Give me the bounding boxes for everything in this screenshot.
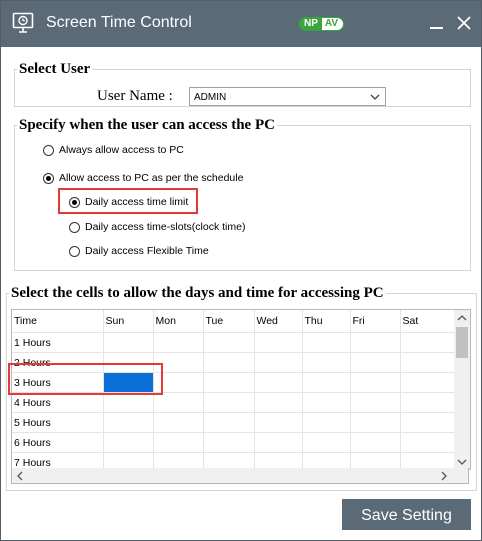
user-name-dropdown[interactable]: ADMIN	[189, 87, 386, 106]
schedule-cell[interactable]	[203, 432, 255, 453]
schedule-cell[interactable]	[350, 352, 401, 373]
column-header: Time	[12, 310, 104, 333]
highlight-box-time-limit	[58, 188, 198, 214]
highlight-box-3-hours-sun	[8, 363, 163, 395]
schedule-cell[interactable]	[254, 352, 303, 373]
schedule-cell[interactable]	[203, 352, 255, 373]
radio-daily-flexible-time[interactable]: Daily access Flexible Time	[69, 245, 209, 257]
radio-label: Always allow access to PC	[59, 144, 184, 156]
schedule-cell[interactable]	[400, 352, 455, 373]
horizontal-scrollbar[interactable]	[11, 468, 469, 484]
row-label: 1 Hours	[12, 332, 104, 353]
schedule-cell[interactable]	[203, 332, 255, 353]
schedule-cell[interactable]	[153, 432, 204, 453]
schedule-cell[interactable]	[350, 412, 401, 433]
schedule-cell[interactable]	[400, 392, 455, 413]
user-name-value: ADMIN	[194, 92, 227, 103]
column-header[interactable]: Sun	[103, 310, 154, 333]
scroll-left-icon[interactable]	[16, 471, 24, 481]
schedule-cell[interactable]	[254, 372, 303, 393]
schedule-cell[interactable]	[254, 392, 303, 413]
radio-label: Allow access to PC as per the schedule	[59, 172, 244, 184]
scroll-down-icon[interactable]	[457, 458, 467, 466]
access-legend: Specify when the user can access the PC	[19, 117, 275, 133]
radio-label: Daily access Flexible Time	[85, 245, 209, 257]
column-header[interactable]: Sat	[400, 310, 455, 333]
radio-always-allow[interactable]: Always allow access to PC	[43, 144, 184, 156]
vertical-scrollbar[interactable]	[454, 310, 470, 469]
select-user-legend: Select User	[19, 61, 91, 77]
column-header[interactable]: Mon	[153, 310, 204, 333]
title-bar: Screen Time Control NP AV	[1, 1, 481, 47]
row-label: 4 Hours	[12, 392, 104, 413]
save-setting-button[interactable]: Save Setting	[342, 499, 471, 530]
table-row: 4 Hours	[12, 392, 455, 413]
schedule-cell[interactable]	[350, 332, 401, 353]
radio-indicator	[43, 144, 54, 156]
radio-indicator	[69, 221, 80, 233]
schedule-cell[interactable]	[153, 392, 204, 413]
radio-indicator	[69, 245, 80, 257]
schedule-cell[interactable]	[350, 372, 401, 393]
schedule-cell[interactable]	[400, 412, 455, 433]
row-label: 6 Hours	[12, 432, 104, 453]
header-row: Time Sun Mon Tue Wed Thu Fri Sat	[12, 310, 455, 333]
schedule-cell[interactable]	[400, 432, 455, 453]
schedule-legend: Select the cells to allow the days and t…	[11, 285, 384, 301]
monitor-clock-icon	[12, 12, 34, 33]
schedule-cell[interactable]	[203, 392, 255, 413]
column-header[interactable]: Wed	[254, 310, 303, 333]
column-header[interactable]: Tue	[203, 310, 255, 333]
table-row: 1 Hours	[12, 332, 455, 353]
schedule-cell[interactable]	[350, 392, 401, 413]
scroll-right-icon[interactable]	[440, 471, 448, 481]
schedule-cell[interactable]	[254, 412, 303, 433]
schedule-cell[interactable]	[400, 372, 455, 393]
column-header[interactable]: Thu	[302, 310, 351, 333]
schedule-cell[interactable]	[302, 432, 351, 453]
schedule-cell[interactable]	[302, 332, 351, 353]
vertical-scroll-thumb[interactable]	[456, 327, 468, 358]
scroll-up-icon[interactable]	[457, 314, 467, 322]
screen-time-window: Screen Time Control NP AV Select User Us…	[0, 0, 482, 541]
badge-av: AV	[320, 17, 345, 31]
schedule-cell[interactable]	[302, 412, 351, 433]
chevron-down-icon	[370, 94, 380, 100]
select-user-group: Select User User Name : ADMIN	[14, 61, 471, 107]
schedule-cell[interactable]	[302, 352, 351, 373]
radio-indicator	[43, 172, 54, 184]
radio-daily-time-slots[interactable]: Daily access time-slots(clock time)	[69, 221, 245, 233]
schedule-cell[interactable]	[103, 392, 154, 413]
schedule-cell[interactable]	[302, 392, 351, 413]
schedule-cell[interactable]	[254, 332, 303, 353]
schedule-cell[interactable]	[153, 412, 204, 433]
schedule-cell[interactable]	[103, 412, 154, 433]
schedule-cell[interactable]	[302, 372, 351, 393]
user-name-label: User Name :	[97, 88, 173, 104]
schedule-cell[interactable]	[103, 332, 154, 353]
schedule-cell[interactable]	[254, 432, 303, 453]
schedule-cell[interactable]	[153, 332, 204, 353]
table-row: 5 Hours	[12, 412, 455, 433]
schedule-cell[interactable]	[203, 412, 255, 433]
row-label: 5 Hours	[12, 412, 104, 433]
minimize-icon[interactable]	[429, 13, 445, 33]
column-header[interactable]: Fri	[350, 310, 401, 333]
badge-np: NP	[299, 17, 321, 31]
radio-label: Daily access time-slots(clock time)	[85, 221, 246, 233]
schedule-cell[interactable]	[400, 332, 455, 353]
schedule-cell[interactable]	[350, 432, 401, 453]
radio-allow-schedule[interactable]: Allow access to PC as per the schedule	[43, 172, 243, 184]
close-icon[interactable]	[455, 14, 473, 32]
table-row: 6 Hours	[12, 432, 455, 453]
schedule-cell[interactable]	[103, 432, 154, 453]
schedule-cell[interactable]	[203, 372, 255, 393]
npav-logo: NP AV	[299, 17, 345, 31]
window-title: Screen Time Control	[46, 14, 192, 31]
